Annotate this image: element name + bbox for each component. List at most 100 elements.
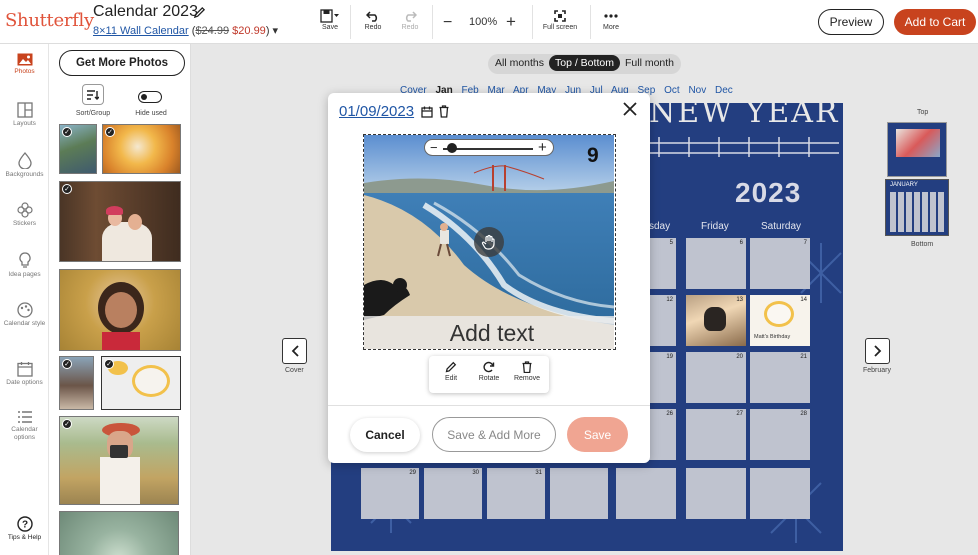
rail-item-backgrounds[interactable]: Backgrounds: [0, 152, 49, 179]
rail-item-idea-pages[interactable]: Idea pages: [0, 252, 49, 279]
get-more-photos-button[interactable]: Get More Photos: [59, 50, 185, 76]
used-check-icon: ✓: [104, 359, 114, 369]
hide-used-toggle[interactable]: [138, 91, 162, 103]
used-check-icon: ✓: [62, 127, 72, 137]
pan-hand-icon[interactable]: [474, 227, 504, 257]
day-cell-20[interactable]: 20: [686, 352, 746, 403]
day-cell-31[interactable]: 31: [487, 468, 545, 519]
tab-oct[interactable]: Oct: [664, 85, 680, 96]
remove-label: Remove: [513, 375, 541, 382]
rail-label: Layouts: [13, 120, 36, 127]
cancel-button[interactable]: Cancel: [350, 418, 420, 452]
save-button[interactable]: Save: [567, 417, 628, 452]
cupcake-photo-shape: [764, 301, 794, 327]
calendar-picker-icon[interactable]: [421, 106, 433, 118]
chevron-down-icon[interactable]: ▾: [273, 25, 279, 37]
save-add-more-button[interactable]: Save & Add More: [432, 417, 556, 452]
redo-button[interactable]: Redo: [398, 8, 422, 31]
tab-nov[interactable]: Nov: [688, 85, 706, 96]
photo-face-shape: [105, 292, 137, 328]
next-page-button[interactable]: [865, 338, 890, 364]
day-cell-empty[interactable]: [686, 468, 746, 519]
toolbar-divider: [432, 5, 433, 39]
dog-photo-shape: [704, 307, 726, 331]
day-cell-30[interactable]: 30: [424, 468, 482, 519]
edit-photo-button[interactable]: Edit: [433, 361, 469, 382]
chevron-right-icon: [873, 345, 881, 357]
rail-item-stickers[interactable]: Stickers: [0, 202, 49, 228]
day-cell-7[interactable]: 7: [750, 238, 810, 289]
shutterfly-logo[interactable]: Shutterfly: [5, 10, 94, 31]
more-button[interactable]: More: [600, 8, 622, 31]
save-tool-label: Save: [322, 24, 338, 31]
day-number: 6: [739, 240, 743, 246]
day-cell-21[interactable]: 21: [750, 352, 810, 403]
photo-thumb[interactable]: ✓: [59, 416, 179, 505]
undo-button[interactable]: Redo: [361, 8, 385, 31]
bottom-page-thumbnail[interactable]: JANUARY: [885, 179, 949, 236]
remove-photo-button[interactable]: Remove: [509, 361, 545, 382]
photo-thumb[interactable]: [59, 511, 179, 555]
full-screen-button[interactable]: Full screen: [542, 8, 578, 31]
photo-face-shape: [128, 214, 142, 230]
preview-button[interactable]: Preview: [818, 9, 884, 35]
day-cell-empty[interactable]: [616, 468, 676, 519]
zoom-plus-icon[interactable]: +: [538, 139, 547, 156]
add-to-cart-button[interactable]: Add to Cart: [894, 9, 976, 35]
photo-thumb[interactable]: ✓: [102, 124, 181, 174]
tab-dec[interactable]: Dec: [715, 85, 733, 96]
delete-date-trash-icon[interactable]: [439, 105, 449, 118]
prev-page-button[interactable]: [282, 338, 307, 364]
day-cell-27[interactable]: 27: [686, 409, 746, 460]
thumbnail-collage-shape: [896, 129, 940, 157]
rail-item-photos[interactable]: Photos: [0, 53, 49, 76]
used-check-icon: ✓: [62, 359, 72, 369]
close-icon[interactable]: [623, 102, 637, 116]
zoom-out-button[interactable]: −: [443, 14, 452, 32]
day-cell-6[interactable]: 6: [686, 238, 746, 289]
day-number: 30: [472, 470, 479, 476]
rail-item-calendar-style[interactable]: Calendar style: [0, 302, 49, 328]
zoom-minus-icon[interactable]: −: [430, 140, 438, 155]
rail-item-layouts[interactable]: Layouts: [0, 102, 49, 128]
view-full-month[interactable]: Full month: [625, 57, 674, 69]
day-cell-13-photo[interactable]: 13: [686, 295, 746, 346]
view-mode-switch[interactable]: All months Top / Bottom Full month: [488, 54, 681, 74]
help-icon: ?: [0, 516, 49, 532]
photo-cupcake-shape: [132, 365, 170, 397]
photo-thumb[interactable]: ✓: [59, 181, 181, 262]
add-text-field[interactable]: Add text: [364, 316, 614, 349]
save-tool-button[interactable]: Save: [318, 8, 342, 31]
rail-item-calendar-options[interactable]: Calendar options: [0, 410, 49, 442]
project-title[interactable]: Calendar 2023: [93, 3, 198, 21]
day-cell-empty[interactable]: [750, 468, 810, 519]
sort-icon: [87, 89, 99, 100]
photo-thumb-selected[interactable]: ✓: [101, 356, 181, 410]
photo-crop-area[interactable]: − + 9 Add text: [363, 134, 616, 350]
day-number: 5: [669, 240, 673, 246]
view-all-months[interactable]: All months: [495, 57, 544, 69]
rotate-photo-button[interactable]: Rotate: [471, 361, 507, 382]
photo-thumb[interactable]: ✓: [59, 356, 94, 410]
edit-title-pencil-icon[interactable]: [193, 6, 206, 19]
top-page-thumbnail[interactable]: [887, 122, 947, 177]
day-cell-14-photo[interactable]: Matt's Birthday 14: [750, 295, 810, 346]
day-number: 14: [800, 297, 807, 303]
day-cell-28[interactable]: 28: [750, 409, 810, 460]
rail-item-date-options[interactable]: Date options: [0, 361, 49, 387]
day-cell-29[interactable]: 29: [361, 468, 419, 519]
view-top-bottom[interactable]: Top / Bottom: [549, 55, 620, 71]
sort-group-button[interactable]: [82, 84, 104, 105]
day-number: 28: [800, 411, 807, 417]
photo-thumb[interactable]: [59, 269, 181, 351]
zoom-handle[interactable]: [447, 143, 457, 153]
product-size-link[interactable]: 8×11 Wall Calendar: [93, 25, 189, 37]
zoom-slider[interactable]: − +: [424, 139, 554, 156]
product-info: 8×11 Wall Calendar ($24.99 $20.99) ▾: [93, 24, 278, 37]
zoom-in-button[interactable]: +: [506, 12, 516, 32]
fence-decoration: [649, 137, 839, 157]
photo-thumb[interactable]: ✓: [59, 124, 97, 174]
photo-date-link[interactable]: 01/09/2023: [339, 103, 414, 120]
rail-item-tips-help[interactable]: ? Tips & Help: [0, 516, 49, 542]
day-cell-empty[interactable]: [550, 468, 608, 519]
